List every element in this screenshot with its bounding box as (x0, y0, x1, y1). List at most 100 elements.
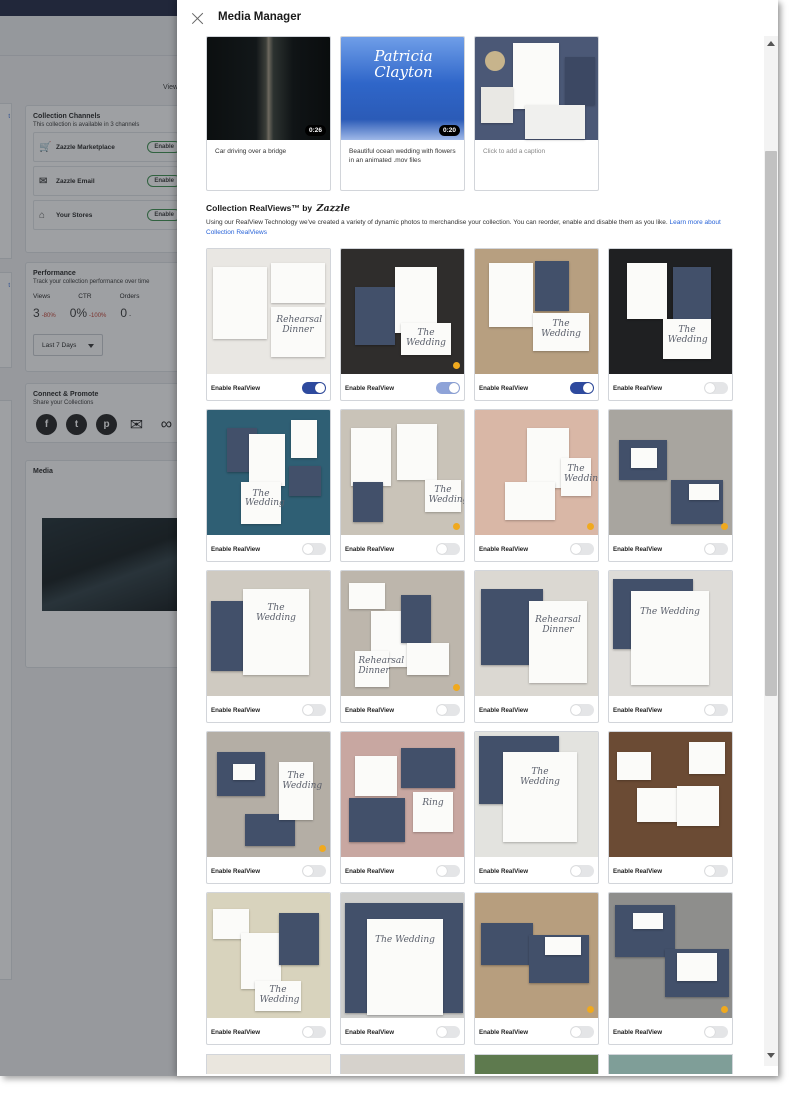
realview-image[interactable] (609, 893, 732, 1018)
realview-card[interactable]: The Wedding Enable RealView (340, 409, 465, 562)
scroll-down-icon[interactable] (767, 1053, 775, 1058)
realview-card[interactable]: The Wedding Enable RealView (608, 570, 733, 723)
modal-scroll-area[interactable]: 0:26 Car driving over a bridge Patricia … (177, 36, 764, 1076)
realview-card[interactable]: The Wedding Enable RealView (206, 892, 331, 1045)
video-card[interactable]: Patricia Clayton 0:20 Beautiful ocean we… (340, 36, 465, 191)
realview-card[interactable]: Ring Enable RealView (340, 731, 465, 884)
enable-realview-toggle[interactable] (436, 382, 460, 394)
enable-realview-toggle[interactable] (302, 1026, 326, 1038)
realview-card[interactable]: Enable RealView (608, 731, 733, 884)
realview-footer: Enable RealView (207, 535, 330, 561)
toggle-knob (705, 705, 715, 715)
realview-footer: Enable RealView (475, 857, 598, 883)
enable-realview-toggle[interactable] (302, 704, 326, 716)
video-thumbnail[interactable] (475, 37, 598, 140)
realviews-title: Collection RealViews™ by Zazzle (206, 203, 350, 214)
toggle-knob (571, 544, 581, 554)
enable-realview-toggle[interactable] (436, 865, 460, 877)
realview-image[interactable]: The Wedding (341, 410, 464, 535)
info-badge-icon[interactable] (453, 684, 460, 691)
toggle-knob (571, 866, 581, 876)
info-badge-icon[interactable] (453, 523, 460, 530)
realview-card[interactable]: The Wedding Enable RealView (206, 409, 331, 562)
info-badge-icon[interactable] (319, 845, 326, 852)
realview-card[interactable]: The Wedding Enable RealView (340, 892, 465, 1045)
enable-realview-toggle[interactable] (302, 865, 326, 877)
info-badge-icon[interactable] (453, 362, 460, 369)
realview-card[interactable]: The Wedding Enable RealView (340, 248, 465, 401)
info-badge-icon[interactable] (587, 523, 594, 530)
realview-image[interactable]: The Wedding (207, 893, 330, 1018)
realview-footer: Enable RealView (207, 1018, 330, 1044)
realview-image[interactable]: The Wedding (475, 410, 598, 535)
realview-image[interactable]: Rehearsal Dinner (207, 249, 330, 374)
realview-image[interactable]: The Wedding (475, 249, 598, 374)
realview-card[interactable]: Enable RealView (608, 409, 733, 562)
video-thumbnail[interactable]: Patricia Clayton 0:20 (341, 37, 464, 140)
realview-card[interactable]: The Wedding Enable RealView (474, 248, 599, 401)
modal-title: Media Manager (218, 11, 302, 23)
enable-realview-label: Enable RealView (479, 706, 529, 714)
info-badge-icon[interactable] (721, 1006, 728, 1013)
info-badge-icon[interactable] (721, 523, 728, 530)
enable-realview-toggle[interactable] (704, 382, 728, 394)
realview-card[interactable]: The Wedding Enable RealView (608, 248, 733, 401)
video-caption-placeholder[interactable]: Click to add a caption (475, 140, 598, 163)
realview-image[interactable]: The Wedding (609, 571, 732, 696)
enable-realview-toggle[interactable] (570, 1026, 594, 1038)
enable-realview-toggle[interactable] (436, 543, 460, 555)
scroll-up-icon[interactable] (767, 41, 775, 46)
video-caption[interactable]: Beautiful ocean wedding with flowers in … (341, 140, 464, 173)
realview-card[interactable]: The Wedding Enable RealView (206, 731, 331, 884)
realview-image[interactable]: The Wedding (207, 410, 330, 535)
enable-realview-toggle[interactable] (704, 704, 728, 716)
enable-realview-toggle[interactable] (302, 382, 326, 394)
video-caption[interactable]: Car driving over a bridge (207, 140, 330, 163)
enable-realview-label: Enable RealView (479, 1028, 529, 1036)
enable-realview-toggle[interactable] (570, 382, 594, 394)
enable-realview-label: Enable RealView (211, 867, 261, 875)
realview-image[interactable]: The Wedding (609, 249, 732, 374)
modal-scrollbar[interactable] (764, 36, 778, 1066)
scrollbar-thumb[interactable] (765, 151, 777, 696)
realview-card[interactable]: The Wedding Enable RealView (474, 409, 599, 562)
realview-image[interactable]: The Wedding (207, 732, 330, 857)
realview-image[interactable] (609, 410, 732, 535)
enable-realview-toggle[interactable] (704, 543, 728, 555)
realview-image[interactable]: The Wedding (341, 893, 464, 1018)
realview-image[interactable]: Ring (341, 732, 464, 857)
enable-realview-toggle[interactable] (436, 1026, 460, 1038)
realview-image[interactable]: The Wedding (341, 249, 464, 374)
realview-image[interactable]: The Wedding (475, 732, 598, 857)
realview-image[interactable]: Rehearsal Dinner (475, 571, 598, 696)
enable-realview-toggle[interactable] (570, 865, 594, 877)
video-thumbnail[interactable]: 0:26 (207, 37, 330, 140)
toggle-knob (571, 1027, 581, 1037)
toggle-knob (303, 544, 313, 554)
realview-image[interactable] (609, 732, 732, 857)
close-icon[interactable] (191, 12, 204, 25)
invitation-script: The Wedding (406, 327, 446, 348)
enable-realview-toggle[interactable] (570, 704, 594, 716)
video-card[interactable]: Click to add a caption (474, 36, 599, 191)
realview-card[interactable]: Rehearsal Dinner Enable RealView (206, 248, 331, 401)
realview-card[interactable]: The Wedding Enable RealView (206, 570, 331, 723)
modal-header: Media Manager (177, 0, 778, 36)
realview-image[interactable] (475, 893, 598, 1018)
realview-image[interactable]: The Wedding (207, 571, 330, 696)
enable-realview-toggle[interactable] (436, 704, 460, 716)
realview-card[interactable]: Rehearsal Dinner Enable RealView (340, 570, 465, 723)
enable-realview-toggle[interactable] (704, 1026, 728, 1038)
realview-card[interactable]: The Wedding Enable RealView (474, 731, 599, 884)
enable-realview-label: Enable RealView (613, 545, 663, 553)
info-badge-icon[interactable] (587, 1006, 594, 1013)
enable-realview-toggle[interactable] (570, 543, 594, 555)
enable-realview-toggle[interactable] (302, 543, 326, 555)
realview-card[interactable]: Enable RealView (608, 892, 733, 1045)
video-card[interactable]: 0:26 Car driving over a bridge (206, 36, 331, 191)
enable-realview-toggle[interactable] (704, 865, 728, 877)
realview-card[interactable]: Rehearsal Dinner Enable RealView (474, 570, 599, 723)
enable-realview-label: Enable RealView (613, 384, 663, 392)
realview-card[interactable]: Enable RealView (474, 892, 599, 1045)
realview-image[interactable]: Rehearsal Dinner (341, 571, 464, 696)
